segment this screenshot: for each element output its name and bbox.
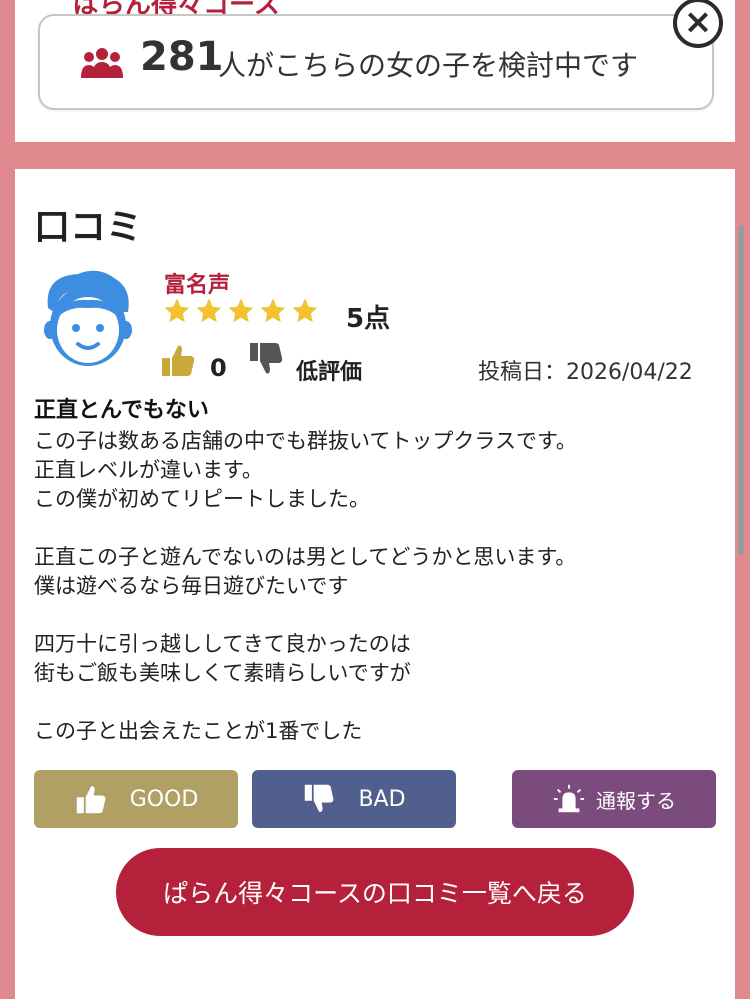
review-title: 正直とんでもない	[34, 398, 209, 423]
score: 5点	[346, 304, 391, 334]
review-line: 街もご飯も美味しくて素晴らしいですが	[34, 661, 411, 685]
section-title: 口コミ	[34, 207, 143, 248]
review-line-gap	[34, 688, 714, 717]
people-group-icon	[81, 48, 123, 78]
report-button-label: 通報する	[596, 788, 676, 813]
bad-button[interactable]: BAD	[252, 770, 456, 828]
report-button[interactable]: 通報する	[512, 770, 716, 828]
thumb-up-icon	[76, 786, 106, 814]
review-line: 四万十に引っ越ししてきて良かったのは	[34, 632, 411, 656]
thumb-down-icon[interactable]	[248, 341, 284, 377]
review-line: この子は数ある店舗の中でも群抜いてトップクラスです。	[34, 429, 577, 453]
star-icon	[164, 298, 190, 323]
thumb-up-icon[interactable]	[160, 342, 196, 378]
star-icon	[260, 298, 286, 323]
review-line: この子と出会えたことが1番でした	[34, 719, 363, 743]
viewer-count-text: 人がこちらの女の子を検討中です	[218, 49, 639, 82]
star-icon	[292, 298, 318, 323]
review-line-gap	[34, 514, 714, 543]
review-line: 正直レベルが違います。	[34, 458, 263, 482]
post-date: 投稿日：2026/04/22	[478, 360, 693, 385]
reviewer-name: 富名声	[164, 273, 231, 298]
good-button-label: GOOD	[129, 786, 199, 812]
star-icon	[196, 298, 222, 323]
star-rating	[162, 296, 320, 326]
review-line: 正直この子と遊んでないのは男としてどうかと思います。	[34, 545, 577, 569]
review-line: この僕が初めてリピートしました。	[34, 487, 370, 511]
star-icon	[228, 298, 254, 323]
thumb-down-icon	[305, 784, 334, 812]
like-count: 0	[210, 354, 227, 382]
good-button[interactable]: GOOD	[34, 770, 238, 828]
back-to-review-list-button[interactable]: ぱらん得々コースの口コミ一覧へ戻る	[116, 848, 634, 936]
bad-button-label: BAD	[358, 786, 406, 812]
scrollbar[interactable]	[738, 225, 744, 555]
viewer-count: 281	[140, 34, 224, 80]
review-line: 僕は遊べるなら毎日遊びたいです	[34, 574, 349, 598]
alarm-light-icon	[553, 784, 585, 813]
low-rating-label: 低評価	[296, 360, 363, 385]
close-icon[interactable]: ×	[673, 0, 723, 48]
review-body: この子は数ある店舗の中でも群抜いてトップクラスです。 正直レベルが違います。 こ…	[34, 427, 714, 746]
avatar-icon	[44, 270, 132, 366]
review-line-gap	[34, 601, 714, 630]
